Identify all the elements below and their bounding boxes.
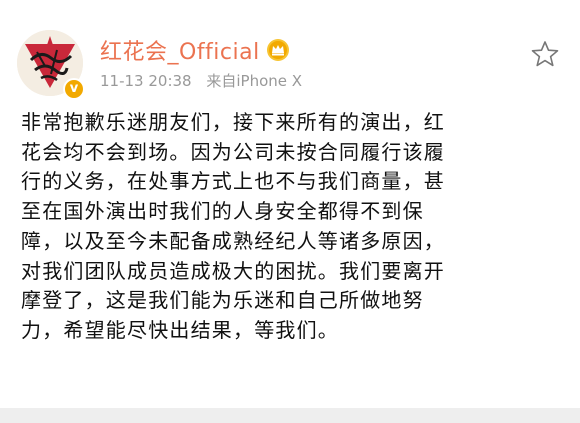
crown-icon <box>266 39 289 61</box>
post-body-line: 花会均不会到场。因为公司未按合同履行该履 <box>21 139 445 164</box>
post-body: 非常抱歉乐迷朋友们，接下来所有的演出，红 花会均不会到场。因为公司未按合同履行该… <box>21 108 561 346</box>
post-meta: 11-13 20:38 来自iPhone X <box>100 70 302 91</box>
post-body-line: 非常抱歉乐迷朋友们，接下来所有的演出，红 <box>21 110 445 134</box>
post-body-line: 力，希望能尽快出结果，等我们。 <box>21 317 339 342</box>
username-link[interactable]: 红花会_Official <box>100 34 260 66</box>
post-source[interactable]: 来自iPhone X <box>206 72 302 90</box>
post-body-line: 至在国外演出时我们的人身安全都得不到保 <box>21 199 424 224</box>
post-time: 11-13 20:38 <box>100 72 192 90</box>
weibo-post-card: v 红花会_Official 11-13 20:38 来自iPhone X 非常… <box>0 0 580 423</box>
post-body-line: 行的义务，在处事方式上也不与我们商量，甚 <box>21 169 445 194</box>
separator-bar <box>0 408 580 423</box>
favorite-star-icon[interactable] <box>531 40 559 68</box>
post-body-line: 障，以及至今未配备成熟经纪人等诸多原因， <box>21 228 445 253</box>
verified-icon: v <box>63 78 85 100</box>
post-body-line: 对我们团队成员造成极大的困扰。我们要离开 <box>21 258 445 283</box>
user-header: 红花会_Official <box>100 34 290 66</box>
post-body-line: 摩登了，这是我们能为乐迷和自己所做地努 <box>21 288 424 313</box>
